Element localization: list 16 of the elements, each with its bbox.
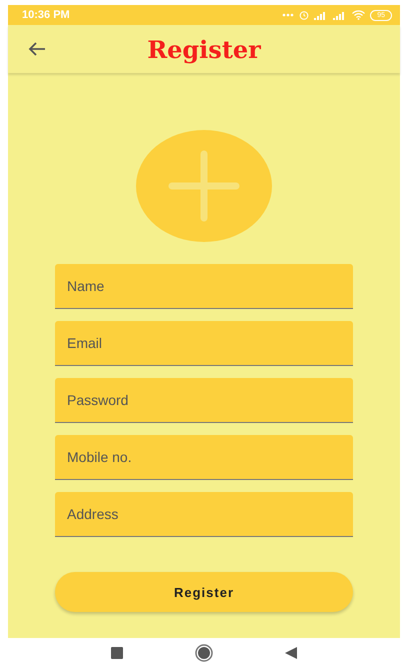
page-title: Register: [147, 34, 261, 64]
recents-icon[interactable]: [111, 646, 123, 658]
input-field[interactable]: Mobile no.: [55, 435, 353, 480]
plus-icon: [167, 149, 241, 223]
input-field[interactable]: Password: [55, 378, 353, 423]
input-field[interactable]: Name: [55, 264, 353, 309]
status-time: 10:36 PM: [22, 9, 70, 21]
back-arrow-icon: [28, 42, 46, 56]
input-field[interactable]: Email: [55, 321, 353, 366]
back-icon[interactable]: [285, 646, 297, 658]
more-dots-icon: [282, 13, 294, 17]
register-button[interactable]: Register: [55, 572, 353, 612]
wifi-icon: [352, 10, 366, 20]
alarm-icon: [299, 10, 310, 20]
home-icon[interactable]: [195, 644, 213, 662]
input-field[interactable]: Address: [55, 492, 353, 537]
